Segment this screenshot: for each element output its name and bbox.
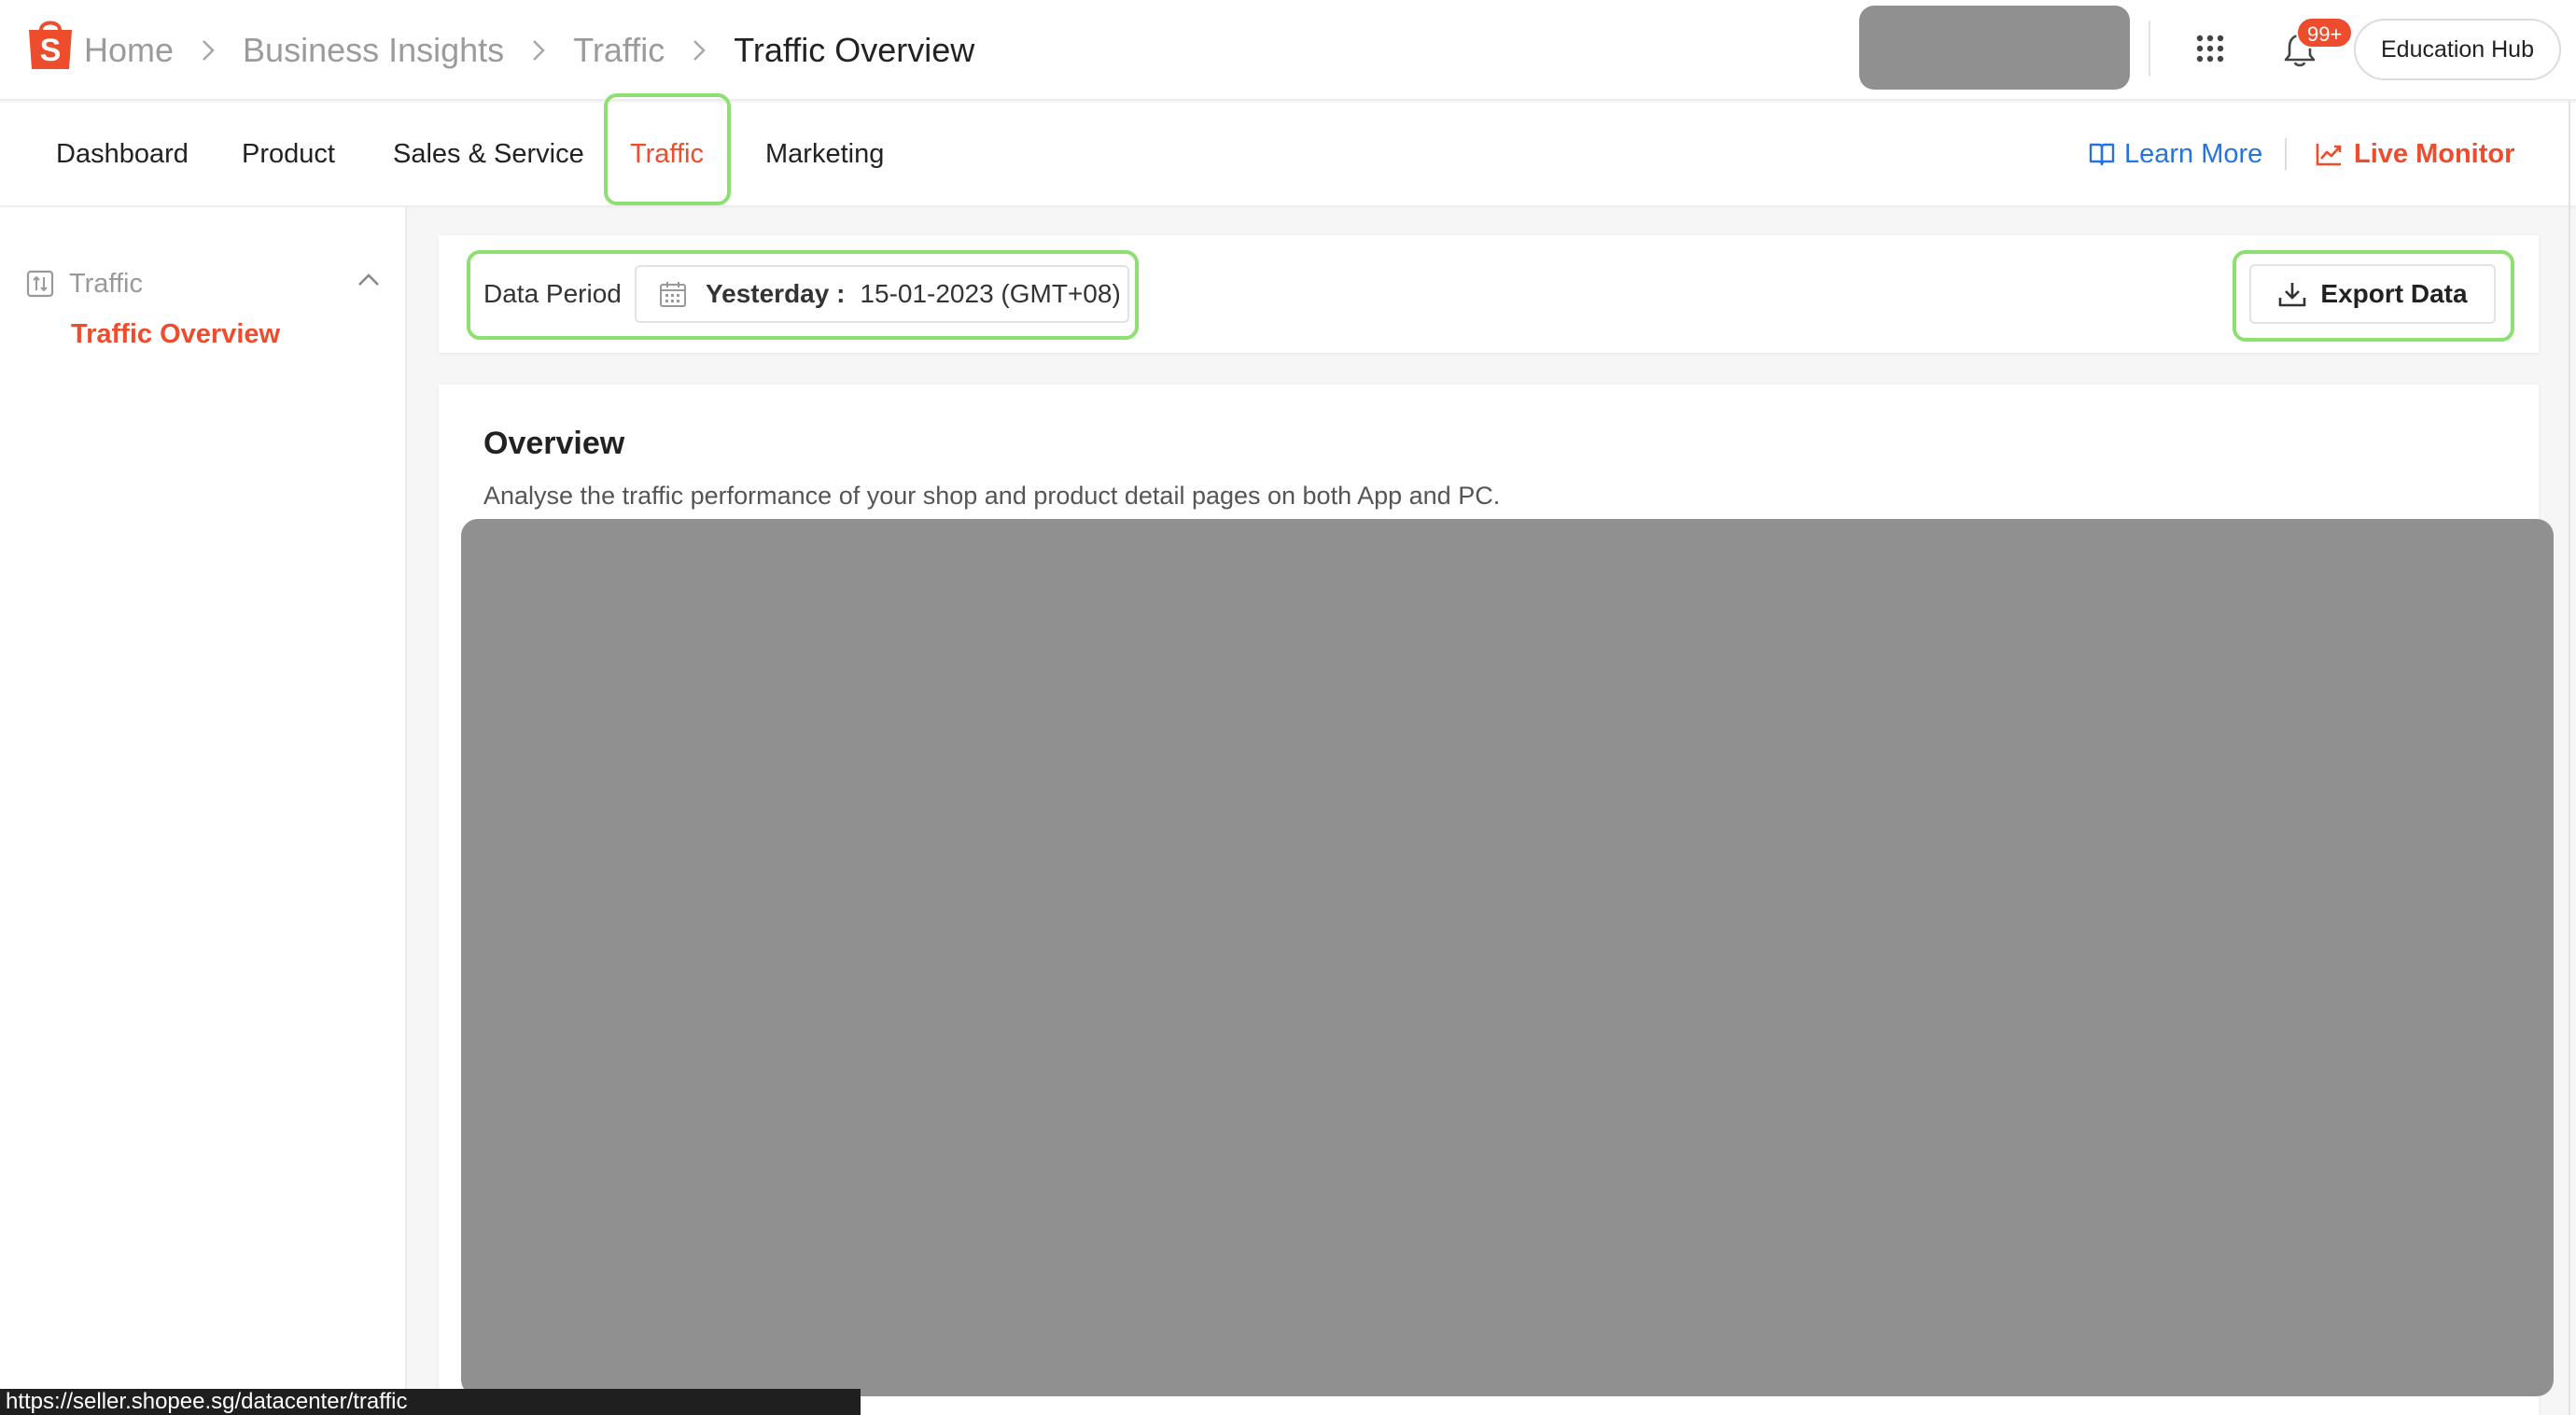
export-data-button[interactable]: Export Data: [2249, 264, 2496, 324]
live-monitor-link[interactable]: Live Monitor: [2315, 103, 2514, 205]
redacted-overview-content: [461, 519, 2554, 1396]
date-period-picker[interactable]: Yesterday : 15-01-2023 (GMT+08): [635, 265, 1129, 323]
header-divider: [2149, 21, 2150, 77]
tab-marketing[interactable]: Marketing: [765, 103, 884, 205]
date-period-name: Yesterday :: [706, 279, 846, 308]
breadcrumb-current: Traffic Overview: [734, 31, 975, 69]
date-period-value: 15-01-2023 (GMT+08): [860, 279, 1121, 308]
top-header: S Home Business Insights Traffic Traffic…: [0, 0, 2576, 101]
chevron-up-icon[interactable]: [357, 273, 381, 287]
education-hub-button[interactable]: Education Hub: [2354, 19, 2561, 80]
chevron-right-icon: [693, 39, 706, 62]
breadcrumb-home[interactable]: Home: [84, 31, 174, 70]
learn-more-label: Learn More: [2124, 138, 2263, 169]
redacted-shop-account: [1859, 6, 2130, 90]
overview-description: Analyse the traffic performance of your …: [483, 482, 1501, 510]
sidebar-group-traffic[interactable]: Traffic: [26, 263, 381, 304]
sidebar-item-traffic-overview[interactable]: Traffic Overview: [71, 319, 280, 350]
sidebar-group-label: Traffic: [69, 268, 143, 299]
chevron-right-icon: [202, 39, 215, 62]
breadcrumb-business-insights[interactable]: Business Insights: [243, 31, 504, 70]
calendar-icon: [660, 282, 686, 307]
tab-product[interactable]: Product: [242, 103, 335, 205]
notification-badge: 99+: [2296, 17, 2354, 49]
sidebar: Traffic Traffic Overview: [0, 207, 407, 1415]
main-nav: Dashboard Product Sales & Service Traffi…: [0, 103, 2576, 205]
tab-traffic[interactable]: Traffic: [630, 103, 704, 205]
export-data-label: Export Data: [2320, 279, 2468, 308]
overview-title: Overview: [483, 426, 625, 461]
chart-line-icon: [2316, 144, 2342, 166]
shopee-logo-icon[interactable]: S: [26, 15, 75, 71]
svg-text:S: S: [40, 33, 62, 68]
filter-bar: Data Period Yesterday : 15-01-2023 (GMT+…: [439, 235, 2539, 353]
status-bar-url: https://seller.shopee.sg/datacenter/traf…: [0, 1389, 861, 1415]
learn-more-link[interactable]: Learn More: [2089, 103, 2262, 205]
tab-sales-service[interactable]: Sales & Service: [393, 103, 584, 205]
live-monitor-label: Live Monitor: [2354, 138, 2515, 169]
traffic-icon: [26, 270, 54, 298]
data-period-label: Data Period: [483, 279, 622, 308]
tab-dashboard[interactable]: Dashboard: [56, 103, 189, 205]
chevron-right-icon: [532, 39, 545, 62]
scrollbar-track[interactable]: [2569, 101, 2570, 1415]
breadcrumb-traffic[interactable]: Traffic: [573, 31, 665, 70]
download-icon: [2279, 283, 2306, 307]
nav-divider: [2285, 138, 2287, 170]
apps-grid-icon[interactable]: [2195, 34, 2225, 63]
breadcrumb: Home Business Insights Traffic Traffic O…: [84, 0, 974, 101]
book-icon: [2089, 143, 2115, 166]
